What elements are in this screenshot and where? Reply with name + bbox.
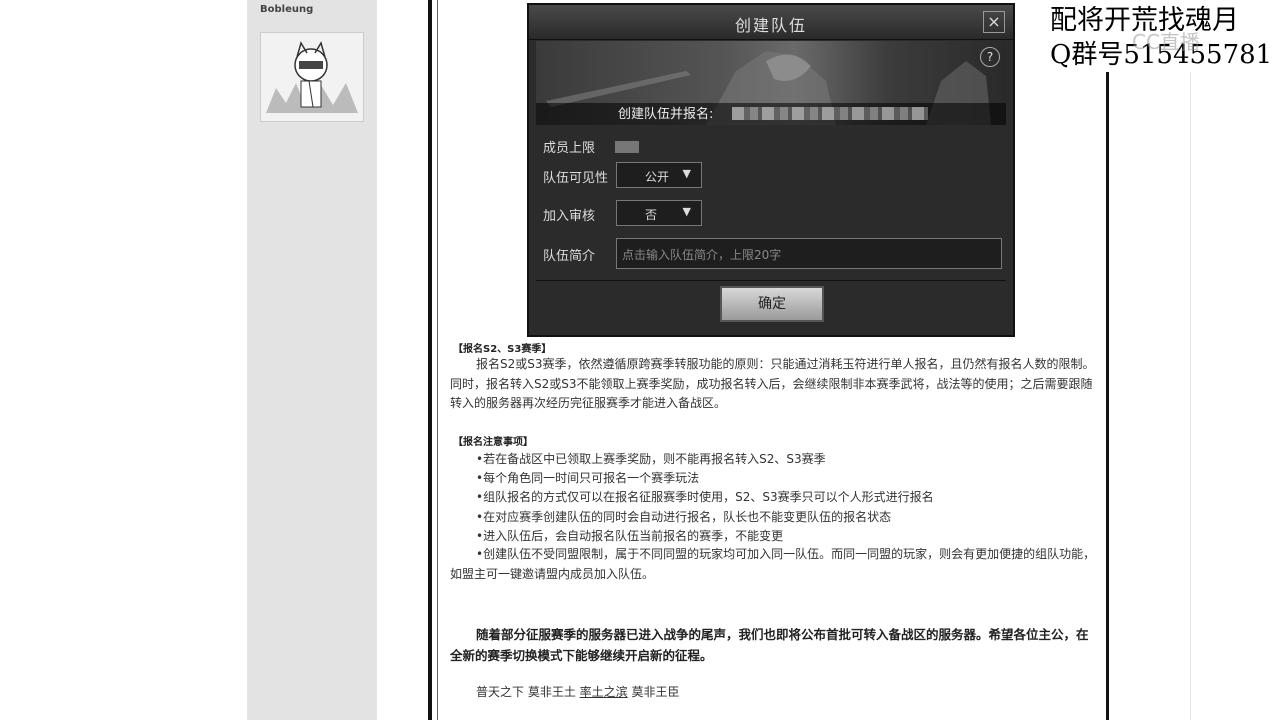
- review-value: 否: [645, 208, 658, 222]
- list-item: •每个角色同一时间只可报名一个赛季玩法: [476, 471, 700, 485]
- avatar-illustration: [261, 33, 363, 121]
- dialog-title: 创建队伍: [734, 16, 807, 35]
- visibility-dropdown[interactable]: 公开 ▼: [616, 162, 702, 188]
- list-item: •若在备战区中已领取上赛季奖励，则不能再报名转入S2、S3赛季: [476, 452, 826, 466]
- closing-line: 普天之下 莫非王土 率土之滨 莫非王臣: [476, 683, 680, 700]
- help-icon[interactable]: ?: [980, 47, 1000, 67]
- visibility-label: 队伍可见性: [543, 171, 609, 186]
- confirm-button[interactable]: 确定: [720, 286, 824, 322]
- article-border-right: [1106, 0, 1109, 720]
- article-border-inner: [437, 0, 438, 720]
- closing-paragraph: 随着部分征服赛季的服务器已进入战争的尾声，我们也即将公布首批可转入备战区的服务器…: [450, 627, 1089, 663]
- member-limit-value: [615, 141, 639, 153]
- team-intro-input[interactable]: 点击输入队伍简介，上限20字: [616, 238, 1002, 269]
- intro-label: 队伍简介: [543, 249, 596, 264]
- list-item: •进入队伍后，会自动报名队伍当前报名的赛季，不能变更: [476, 529, 784, 543]
- dialog-banner: ? 创建队伍并报名:: [536, 41, 1006, 125]
- close-icon[interactable]: ×: [983, 11, 1005, 33]
- dialog-titlebar: 创建队伍 ×: [529, 5, 1013, 40]
- section-title-s2-s3: 【报名S2、S3赛季】: [453, 344, 552, 355]
- content-divider: [1190, 0, 1191, 720]
- banner-strip: 创建队伍并报名:: [536, 103, 1006, 125]
- closing-line-link[interactable]: 率土之滨: [580, 685, 628, 699]
- review-dropdown[interactable]: 否 ▼: [616, 200, 702, 226]
- section-body-s2-s3: 报名S2或S3赛季，依然遵循原跨赛季转服功能的原则：只能通过消耗玉符进行单人报名…: [450, 357, 1095, 410]
- list-item: •组队报名的方式仅可以在报名征服赛季时使用，S2、S3赛季只可以个人形式进行报名: [476, 490, 934, 504]
- avatar[interactable]: [260, 32, 364, 122]
- visibility-value: 公开: [645, 170, 670, 184]
- closing-line-part-a: 普天之下 莫非王土: [476, 685, 576, 699]
- section-title-notes: 【报名注意事项】: [453, 437, 533, 448]
- article-border-left: [428, 0, 432, 720]
- closing-line-part-c: 莫非王臣: [631, 685, 680, 699]
- list-item: •创建队伍不受同盟限制，属于不同同盟的玩家均可加入同一队伍。而同一同盟的玩家，则…: [450, 547, 1096, 581]
- chevron-down-icon: ▼: [682, 167, 691, 180]
- user-sidebar: Bobleung: [247, 0, 377, 720]
- censored-server-name: [732, 107, 928, 120]
- list-item: •在对应赛季创建队伍的同时会自动进行报名，队长也不能变更队伍的报名状态: [476, 510, 892, 524]
- dialog-divider: [536, 280, 1006, 281]
- review-label: 加入审核: [543, 209, 596, 224]
- username[interactable]: Bobleung: [260, 4, 313, 15]
- banner-label: 创建队伍并报名:: [618, 107, 714, 122]
- cc-live-watermark: CC直播: [1132, 30, 1200, 54]
- chevron-down-icon: ▼: [682, 205, 691, 218]
- create-team-dialog: 创建队伍 × ? 创建队伍并报名: 成员上限 队伍可见性 公开 ▼ 加入审核 否…: [527, 3, 1015, 337]
- member-limit-label: 成员上限: [543, 141, 596, 156]
